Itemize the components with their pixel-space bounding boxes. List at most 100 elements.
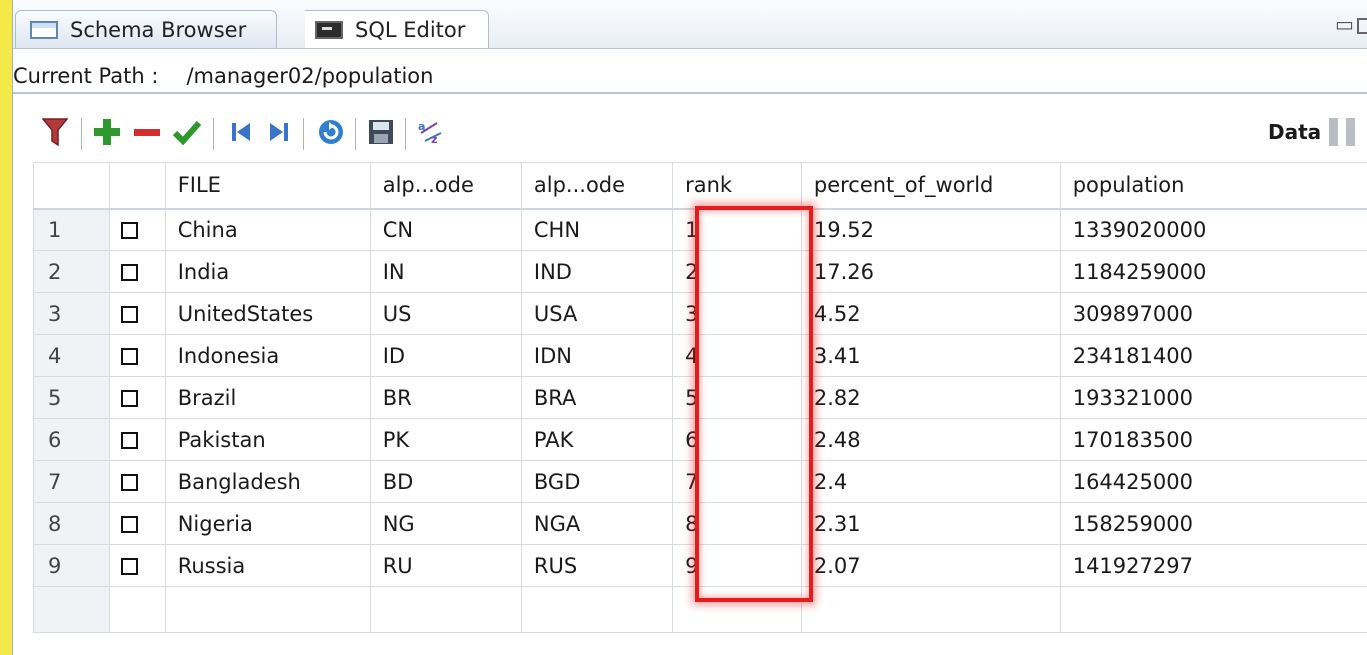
checkbox-icon[interactable] <box>121 516 139 533</box>
cell-percent[interactable]: 3.41 <box>800 334 1061 377</box>
cell-percent[interactable]: 4.52 <box>800 292 1061 335</box>
table-row[interactable]: 4 Indonesia ID IDN 4 3.41 234181400 <box>32 334 1367 377</box>
row-checkbox[interactable] <box>109 460 166 503</box>
row-number[interactable]: 9 <box>32 544 111 587</box>
corner-cell[interactable] <box>32 162 111 210</box>
cell-population[interactable]: 164425000 <box>1059 460 1367 503</box>
cell-alpha3[interactable]: NGA <box>520 502 674 545</box>
cell-file[interactable]: UnitedStates <box>164 292 371 335</box>
cell-alpha3[interactable]: PAK <box>520 418 674 461</box>
cell-alpha2[interactable]: US <box>369 292 522 335</box>
cell-alpha3[interactable]: RUS <box>520 544 674 587</box>
cell-rank[interactable]: 4 <box>672 334 802 377</box>
row-checkbox[interactable] <box>109 544 166 587</box>
sort-icon[interactable]: az <box>415 116 447 148</box>
cell-rank[interactable]: 9 <box>672 544 802 587</box>
table-row[interactable]: 5 Brazil BR BRA 5 2.82 193321000 <box>32 376 1367 419</box>
cell-rank[interactable]: 2 <box>672 250 802 293</box>
cell-alpha3[interactable]: USA <box>520 292 674 335</box>
checkbox-icon[interactable] <box>121 264 139 281</box>
save-icon[interactable] <box>365 116 397 148</box>
checkbox-icon[interactable] <box>121 558 139 575</box>
row-number[interactable]: 5 <box>32 376 111 419</box>
column-header-population[interactable]: population <box>1059 162 1367 210</box>
cell-population[interactable]: 1339020000 <box>1059 208 1367 251</box>
table-row[interactable]: 6 Pakistan PK PAK 6 2.48 170183500 <box>32 418 1367 461</box>
commit-icon[interactable] <box>171 116 203 148</box>
cell-population[interactable]: 193321000 <box>1059 376 1367 419</box>
row-checkbox[interactable] <box>109 418 166 461</box>
table-row[interactable]: 1 China CN CHN 1 19.52 1339020000 <box>32 208 1367 251</box>
row-checkbox[interactable] <box>109 250 166 293</box>
cell-percent[interactable]: 2.4 <box>800 460 1061 503</box>
cell-rank[interactable]: 3 <box>672 292 802 335</box>
checkbox-icon[interactable] <box>121 390 139 407</box>
cell-percent[interactable]: 17.26 <box>800 250 1061 293</box>
column-header-alpha3[interactable]: alp...ode <box>520 162 674 210</box>
cell-rank[interactable]: 6 <box>672 418 802 461</box>
cell-file[interactable]: Nigeria <box>164 502 371 545</box>
row-checkbox[interactable] <box>109 292 166 335</box>
cell-alpha2[interactable]: NG <box>369 502 522 545</box>
cell-alpha3[interactable]: BRA <box>520 376 674 419</box>
data-view-label[interactable]: Data <box>1268 120 1321 144</box>
checkbox-icon[interactable] <box>121 432 139 449</box>
delete-row-icon[interactable] <box>131 116 163 148</box>
cell-file[interactable]: China <box>164 208 371 251</box>
checkbox-icon[interactable] <box>121 306 139 323</box>
table-row[interactable]: 2 India IN IND 2 17.26 1184259000 <box>32 250 1367 293</box>
pause-icon[interactable] <box>1329 118 1355 146</box>
cell-population[interactable]: 234181400 <box>1059 334 1367 377</box>
cell-percent[interactable]: 2.07 <box>800 544 1061 587</box>
cell-population[interactable]: 1184259000 <box>1059 250 1367 293</box>
table-row[interactable]: 8 Nigeria NG NGA 8 2.31 158259000 <box>32 502 1367 545</box>
cell-file[interactable]: Brazil <box>164 376 371 419</box>
column-header-rank[interactable]: rank <box>672 162 802 210</box>
first-page-icon[interactable] <box>225 116 257 148</box>
maximize-icon[interactable] <box>1357 18 1367 34</box>
refresh-icon[interactable] <box>315 116 347 148</box>
cell-file[interactable]: India <box>164 250 371 293</box>
checkbox-icon[interactable] <box>121 348 139 365</box>
row-number[interactable]: 2 <box>32 250 111 293</box>
cell-alpha3[interactable]: IND <box>520 250 674 293</box>
filter-icon[interactable] <box>39 116 71 148</box>
column-header-percent[interactable]: percent_of_world <box>800 162 1061 210</box>
cell-population[interactable]: 141927297 <box>1059 544 1367 587</box>
table-row[interactable]: 3 UnitedStates US USA 3 4.52 309897000 <box>32 292 1367 335</box>
tab-schema-browser[interactable]: Schema Browser <box>15 10 277 48</box>
tab-sql-editor[interactable]: SQL Editor <box>305 10 489 48</box>
cell-percent[interactable]: 2.31 <box>800 502 1061 545</box>
cell-file[interactable]: Russia <box>164 544 371 587</box>
cell-file[interactable]: Bangladesh <box>164 460 371 503</box>
checkbox-column-header[interactable] <box>109 162 166 210</box>
cell-population[interactable]: 158259000 <box>1059 502 1367 545</box>
row-number[interactable]: 1 <box>32 208 111 251</box>
cell-alpha2[interactable]: IN <box>369 250 522 293</box>
cell-rank[interactable]: 8 <box>672 502 802 545</box>
column-header-file[interactable]: FILE <box>164 162 371 210</box>
cell-alpha2[interactable]: PK <box>369 418 522 461</box>
cell-rank[interactable]: 1 <box>672 208 802 251</box>
cell-alpha2[interactable]: BR <box>369 376 522 419</box>
add-row-icon[interactable] <box>91 116 123 148</box>
row-checkbox[interactable] <box>109 208 166 251</box>
cell-alpha3[interactable]: BGD <box>520 460 674 503</box>
last-page-icon[interactable] <box>263 116 295 148</box>
cell-percent[interactable]: 2.82 <box>800 376 1061 419</box>
cell-percent[interactable]: 19.52 <box>800 208 1061 251</box>
row-number[interactable]: 7 <box>32 460 111 503</box>
minimize-icon[interactable]: ▭ <box>1335 12 1354 36</box>
column-header-alpha2[interactable]: alp...ode <box>369 162 522 210</box>
cell-population[interactable]: 309897000 <box>1059 292 1367 335</box>
cell-file[interactable]: Pakistan <box>164 418 371 461</box>
row-number[interactable]: 6 <box>32 418 111 461</box>
cell-alpha3[interactable]: IDN <box>520 334 674 377</box>
checkbox-icon[interactable] <box>121 474 139 491</box>
row-checkbox[interactable] <box>109 334 166 377</box>
cell-percent[interactable]: 2.48 <box>800 418 1061 461</box>
row-checkbox[interactable] <box>109 502 166 545</box>
cell-alpha2[interactable]: RU <box>369 544 522 587</box>
row-number[interactable]: 8 <box>32 502 111 545</box>
cell-alpha2[interactable]: CN <box>369 208 522 251</box>
